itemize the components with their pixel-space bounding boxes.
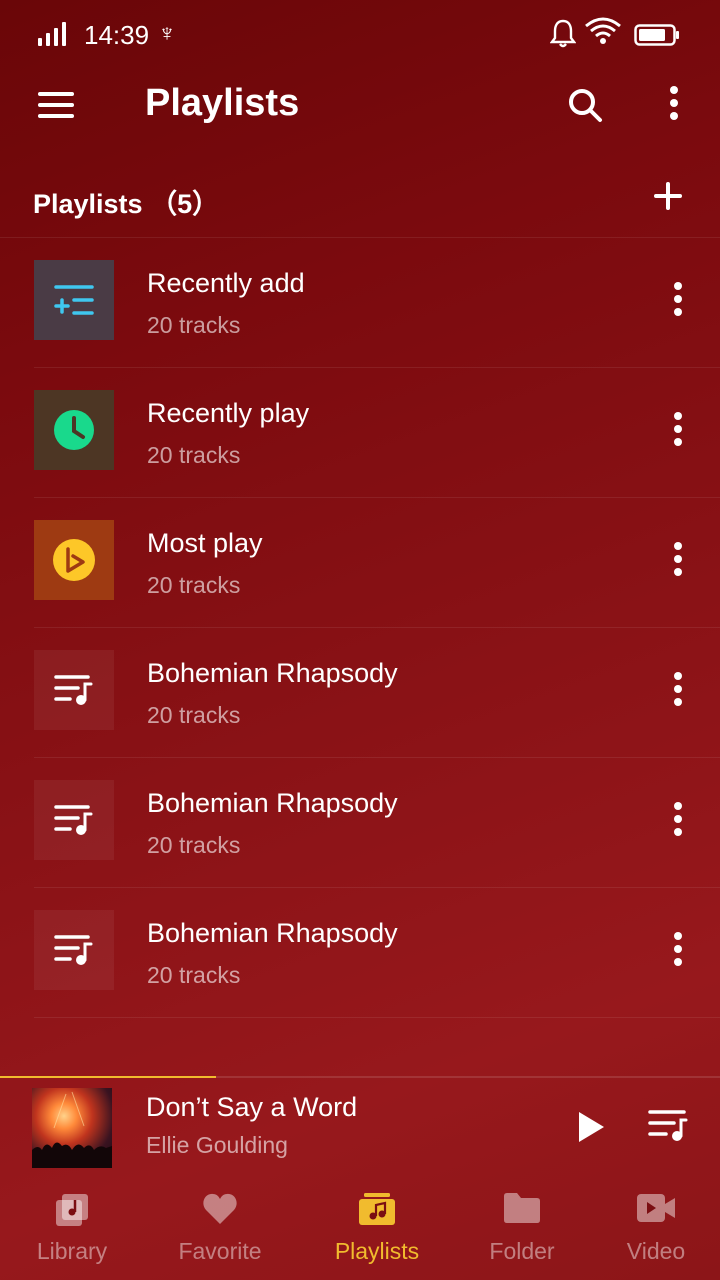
playlist-row-most-play[interactable]: Most play 20 tracks	[0, 498, 720, 628]
folder-icon	[504, 1193, 540, 1223]
more-vert-icon[interactable]	[668, 802, 688, 842]
playlist-thumbnail	[34, 520, 114, 600]
nav-label: Video	[626, 1238, 686, 1264]
library-icon	[56, 1194, 88, 1226]
nav-label: Folder	[489, 1238, 555, 1264]
section-title: Playlists （5）	[33, 189, 220, 219]
plus-icon[interactable]	[652, 180, 684, 212]
playlist-track-count: 20 tracks	[147, 962, 241, 988]
playlist-title: Recently add	[147, 268, 305, 298]
page-title: Playlists	[145, 82, 300, 124]
bottom-navigation: Library Favorite Playlists Folder Video	[0, 1180, 720, 1280]
music-list-icon	[54, 805, 93, 835]
playlist-folder-icon	[359, 1193, 395, 1225]
album-art[interactable]	[32, 1088, 112, 1168]
more-vert-icon[interactable]	[668, 282, 688, 322]
bell-icon	[550, 19, 576, 48]
more-vert-icon[interactable]	[668, 412, 688, 452]
section-header: Playlists （5）	[0, 170, 720, 238]
nav-item-favorite[interactable]: Favorite	[148, 1180, 292, 1280]
music-list-icon	[54, 675, 93, 705]
playlist-row-bohemian-rhapsody[interactable]: Bohemian Rhapsody 20 tracks	[0, 628, 720, 758]
playlist-row-recently-add[interactable]: Recently add 20 tracks	[0, 238, 720, 368]
nav-item-folder[interactable]: Folder	[450, 1180, 594, 1280]
playlist-thumbnail	[34, 390, 114, 470]
playlist-add-icon	[54, 285, 94, 315]
playlist-track-count: 20 tracks	[147, 572, 241, 598]
playlist-title: Bohemian Rhapsody	[147, 788, 398, 818]
playlist-row-bohemian-rhapsody[interactable]: Bohemian Rhapsody 20 tracks	[0, 758, 720, 888]
divider	[34, 1017, 720, 1018]
playlist-thumbnail	[34, 780, 114, 860]
queue-icon[interactable]	[648, 1108, 688, 1144]
wifi-icon	[585, 17, 621, 44]
play-circle-icon	[53, 539, 95, 581]
now-playing-title: Don’t Say a Word	[146, 1092, 358, 1122]
video-icon	[637, 1194, 675, 1222]
nav-item-playlists[interactable]: Playlists	[305, 1180, 449, 1280]
clock-icon	[54, 410, 94, 450]
playlist-track-count: 20 tracks	[147, 702, 241, 728]
nav-item-video[interactable]: Video	[584, 1180, 720, 1280]
playlist-track-count: 20 tracks	[147, 442, 241, 468]
more-vert-icon[interactable]	[668, 932, 688, 972]
menu-icon[interactable]	[38, 92, 74, 118]
playlist-title: Bohemian Rhapsody	[147, 658, 398, 688]
more-vert-icon[interactable]	[668, 542, 688, 582]
heart-icon	[203, 1193, 237, 1224]
nav-label: Library	[36, 1238, 108, 1264]
playlist-list: Recently add 20 tracks Recently play 20 …	[0, 238, 720, 1018]
playlist-title: Bohemian Rhapsody	[147, 918, 398, 948]
play-icon[interactable]	[576, 1110, 606, 1144]
status-time: 14:39	[84, 20, 150, 50]
app-bar: Playlists	[0, 70, 720, 140]
now-playing-bar[interactable]: Don’t Say a Word Ellie Goulding	[0, 1078, 720, 1178]
music-list-icon	[54, 935, 93, 965]
signal-icon	[38, 22, 70, 46]
concert-crowd-image	[32, 1091, 112, 1168]
playlist-thumbnail	[34, 650, 114, 730]
more-vert-icon[interactable]	[668, 672, 688, 712]
playlist-title: Recently play	[147, 398, 310, 428]
now-playing-artist: Ellie Goulding	[146, 1132, 288, 1158]
playlist-thumbnail	[34, 910, 114, 990]
battery-icon	[634, 24, 679, 46]
more-vert-icon[interactable]	[664, 86, 684, 126]
playlist-row-recently-play[interactable]: Recently play 20 tracks	[0, 368, 720, 498]
playlist-title: Most play	[147, 528, 263, 558]
usb-icon: ♆	[158, 20, 176, 47]
nav-label: Favorite	[178, 1238, 262, 1264]
playlist-track-count: 20 tracks	[147, 312, 241, 338]
search-icon[interactable]	[566, 86, 604, 124]
nav-item-library[interactable]: Library	[0, 1180, 144, 1280]
playlist-track-count: 20 tracks	[147, 832, 241, 858]
status-bar: 14:39 ♆	[0, 0, 720, 70]
playlist-row-bohemian-rhapsody[interactable]: Bohemian Rhapsody 20 tracks	[0, 888, 720, 1018]
playlist-thumbnail	[34, 260, 114, 340]
nav-label: Playlists	[334, 1238, 420, 1264]
